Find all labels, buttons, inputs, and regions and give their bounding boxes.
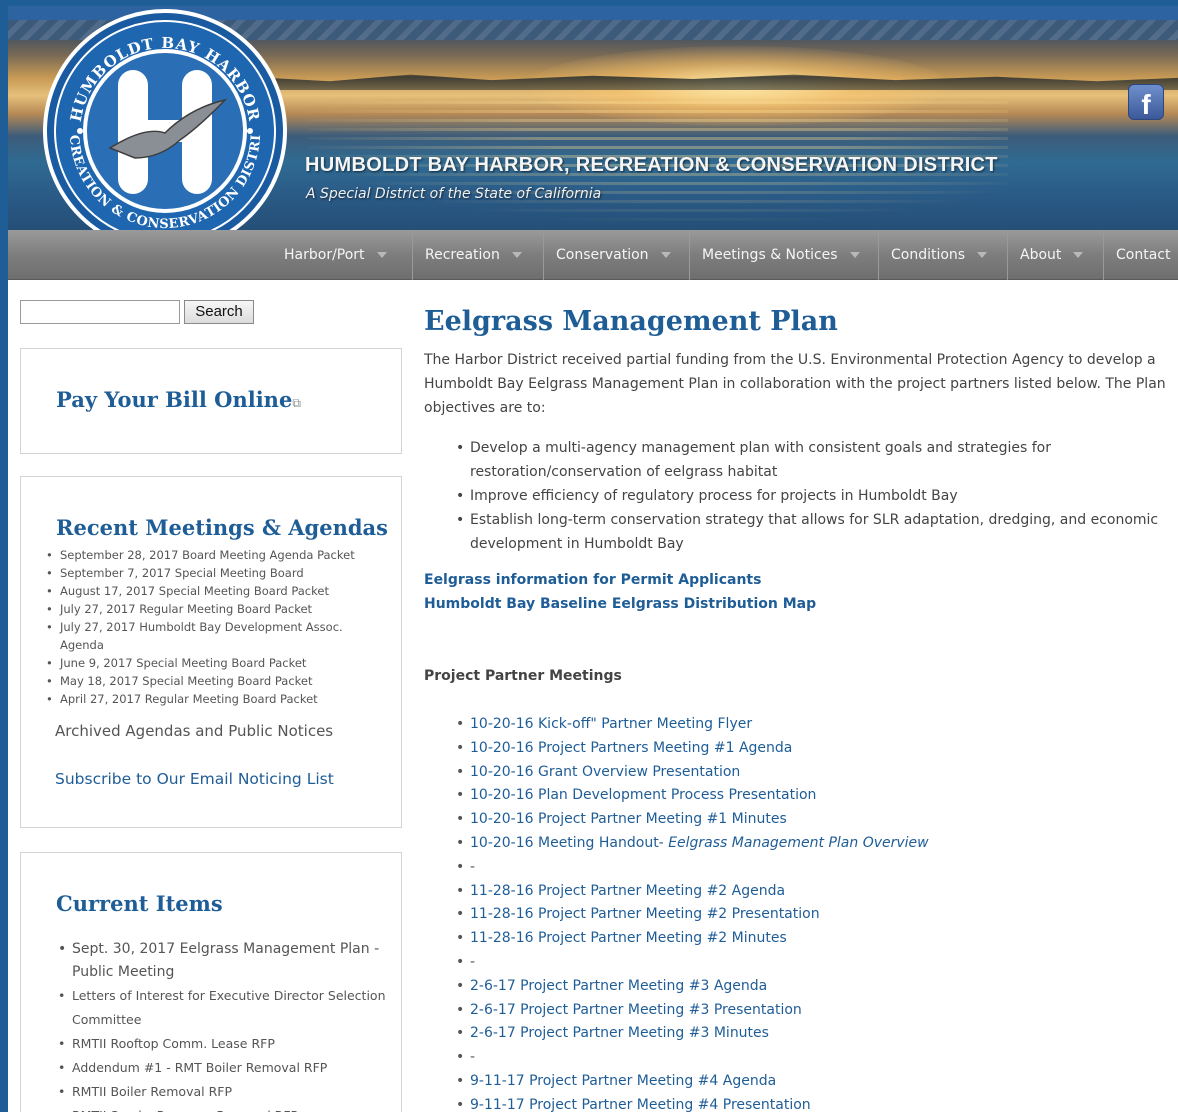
list-item: Develop a multi-agency management plan w… [456,436,1176,484]
pay-bill-link[interactable]: Pay Your Bill Online⧉ [56,387,301,412]
list-item[interactable]: 9-11-17 Project Partner Meeting #4 Prese… [456,1094,1156,1112]
list-item: Establish long-term conservation strateg… [456,508,1176,556]
list-item[interactable]: August 17, 2017 Special Meeting Board Pa… [46,582,366,600]
nav-item-contact[interactable]: Contact [1103,230,1178,280]
site-subtitle: A Special District of the State of Calif… [306,186,602,202]
page-title: Eelgrass Management Plan [424,306,838,337]
recent-meetings-title: Recent Meetings & Agendas [56,515,388,540]
list-item-text: 10-20-16 Meeting Handout- [470,834,669,851]
list-item[interactable]: 2-6-17 Project Partner Meeting #3 Presen… [456,999,1156,1023]
list-item[interactable]: 10-20-16 Kick-off" Partner Meeting Flyer [456,713,1156,737]
list-item[interactable]: RMTII Boiler Removal RFP [58,1080,388,1104]
subscribe-email-link[interactable]: Subscribe to Our Email Noticing List [55,770,334,788]
chevron-down-icon [1073,252,1084,258]
list-item[interactable]: May 18, 2017 Special Meeting Board Packe… [46,672,366,690]
nav-item-label: Meetings & Notices [702,247,838,263]
list-item[interactable]: 11-28-16 Project Partner Meeting #2 Agen… [456,880,1156,904]
section-heading: Project Partner Meetings [424,668,622,684]
nav-item-meetings-notices[interactable]: Meetings & Notices [689,230,878,280]
list-item[interactable]: 11-28-16 Project Partner Meeting #2 Minu… [456,927,1156,951]
list-item[interactable]: 10-20-16 Plan Development Process Presen… [456,784,1156,808]
chevron-down-icon [977,252,988,258]
nav-item-label: Harbor/Port [284,247,365,263]
chevron-down-icon [376,252,387,258]
list-separator: - [456,1046,1156,1070]
list-item[interactable]: 10-20-16 Project Partner Meeting #1 Minu… [456,808,1156,832]
chevron-down-icon [511,252,522,258]
nav-item-label: Contact [1116,247,1171,263]
nav-item-conservation[interactable]: Conservation [543,230,689,280]
list-item[interactable]: 9-11-17 Project Partner Meeting #4 Agend… [456,1070,1156,1094]
list-item[interactable]: 2-6-17 Project Partner Meeting #3 Agenda [456,975,1156,999]
nav-item-harbor-port[interactable]: Harbor/Port [272,230,412,280]
permit-applicants-link[interactable]: Eelgrass information for Permit Applican… [424,572,761,588]
pay-bill-label: Pay Your Bill Online [56,387,293,412]
intro-paragraph: The Harbor District received partial fun… [424,352,1166,416]
facebook-icon[interactable]: f [1128,84,1164,120]
list-item[interactable]: July 27, 2017 Humboldt Bay Development A… [46,618,366,654]
list-item[interactable]: 10-20-16 Project Partners Meeting #1 Age… [456,737,1156,761]
external-link-icon: ⧉ [292,396,301,410]
district-logo[interactable]: HUMBOLDT BAY HARBOR RECREATION & CONSERV… [40,8,290,230]
list-item[interactable]: 11-28-16 Project Partner Meeting #2 Pres… [456,903,1156,927]
nav-item-label: Conservation [556,247,649,263]
list-item[interactable]: RMTII Rooftop Comm. Lease RFP [58,1032,388,1056]
list-item[interactable]: 2-6-17 Project Partner Meeting #3 Minute… [456,1022,1156,1046]
current-items-title: Current Items [56,891,223,916]
list-item[interactable]: Addendum #1 - RMT Boiler Removal RFP [58,1056,388,1080]
main-nav: Harbor/Port Recreation Conservation Meet… [8,230,1178,280]
list-item[interactable]: April 27, 2017 Regular Meeting Board Pac… [46,690,366,708]
nav-item-conditions[interactable]: Conditions [878,230,1007,280]
recent-meetings-list: September 28, 2017 Board Meeting Agenda … [46,546,366,708]
nav-item-label: Conditions [891,247,966,263]
page-frame: HUMBOLDT BAY HARBOR RECREATION & CONSERV… [8,6,1178,1112]
list-item[interactable]: September 7, 2017 Special Meeting Board [46,564,366,582]
list-item: Improve efficiency of regulatory process… [456,484,1176,508]
list-item[interactable]: RMTII Smoke Remover Removal RFP [58,1104,388,1112]
pay-bill-box: Pay Your Bill Online⧉ [20,348,402,454]
eelgrass-map-link[interactable]: Humboldt Bay Baseline Eelgrass Distribut… [424,596,816,612]
list-item[interactable]: 10-20-16 Grant Overview Presentation [456,761,1156,785]
partner-meetings-list: 10-20-16 Kick-off" Partner Meeting Flyer… [456,713,1156,1112]
list-separator: - [456,951,1156,975]
list-separator: - [456,856,1156,880]
search-input[interactable] [20,300,180,324]
list-item[interactable]: July 27, 2017 Regular Meeting Board Pack… [46,600,366,618]
nav-item-label: Recreation [425,247,500,263]
list-item[interactable]: June 9, 2017 Special Meeting Board Packe… [46,654,366,672]
list-item[interactable]: September 28, 2017 Board Meeting Agenda … [46,546,366,564]
archived-agendas-link[interactable]: Archived Agendas and Public Notices [55,722,333,740]
nav-item-recreation[interactable]: Recreation [412,230,543,280]
list-item[interactable]: 10-20-16 Meeting Handout- Eelgrass Manag… [456,832,1156,856]
site-header: HUMBOLDT BAY HARBOR RECREATION & CONSERV… [8,6,1178,230]
site-title: HUMBOLDT BAY HARBOR, RECREATION & CONSER… [305,154,998,176]
list-item[interactable]: Letters of Interest for Executive Direct… [58,984,388,1032]
chevron-down-icon [660,252,671,258]
current-items-list: Sept. 30, 2017 Eelgrass Management Plan … [58,938,388,1112]
nav-item-label: About [1020,247,1062,263]
objectives-list: Develop a multi-agency management plan w… [456,436,1176,556]
list-item-emphasis: Eelgrass Management Plan Overview [668,834,929,851]
list-item[interactable]: Sept. 30, 2017 Eelgrass Management Plan … [58,938,388,984]
search-button[interactable]: Search [184,300,254,324]
nav-item-about[interactable]: About [1007,230,1103,280]
chevron-down-icon [849,252,860,258]
